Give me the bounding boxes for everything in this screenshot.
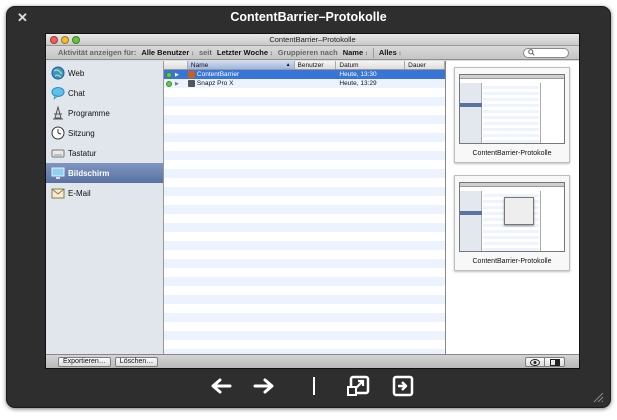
- sidebar-item-email[interactable]: E-Mail: [46, 183, 163, 203]
- filter-popup[interactable]: Alles: [379, 48, 467, 57]
- sidebar-item-bildschirm[interactable]: Bildschirm: [46, 163, 163, 183]
- row-name: Snapz Pro X: [196, 80, 234, 87]
- sidebar-item-web[interactable]: Web: [46, 63, 163, 83]
- previous-arrow-icon[interactable]: [208, 375, 234, 397]
- open-in-app-icon[interactable]: [390, 375, 416, 397]
- sidebar-item-programme[interactable]: Programme: [46, 103, 163, 123]
- group-popup[interactable]: Name: [343, 48, 368, 57]
- disclosure-triangle-icon[interactable]: ▶: [175, 81, 179, 87]
- thumbnail-caption: ContentBarrier-Protokolle: [472, 258, 552, 265]
- sidebar-item-label: Chat: [68, 88, 85, 98]
- group-label: Gruppieren nach: [277, 48, 338, 57]
- sidebar-item-tastatur[interactable]: Tastatur: [46, 143, 163, 163]
- row-name: ContentBarrier: [196, 71, 240, 78]
- main-content: Web Chat Programme Sitzung Tastatur Bild…: [46, 61, 579, 355]
- sidebar-item-label: Web: [68, 68, 85, 78]
- quicklook-panel: ✕ ContentBarrier–Protokolle ContentBarri…: [6, 6, 611, 408]
- table-row[interactable]: ▶ Snapz Pro X Heute, 13:29: [164, 79, 445, 88]
- screenshot-image: [459, 182, 565, 252]
- resize-grip-icon[interactable]: [592, 391, 604, 403]
- sidebar-item-label: E-Mail: [68, 188, 91, 198]
- sidebar-item-label: Tastatur: [68, 148, 97, 158]
- header-spacer: [164, 61, 188, 69]
- screenshot-image: [459, 74, 565, 144]
- row-date: Heute, 13:29: [339, 80, 377, 87]
- header-name-label: Name: [190, 62, 209, 69]
- clock-icon: [50, 126, 65, 141]
- sidebar-item-chat[interactable]: Chat: [46, 83, 163, 103]
- delete-button[interactable]: Löschen…: [114, 356, 159, 367]
- row-status: ▶: [164, 71, 188, 78]
- period-popup[interactable]: Letzter Woche: [217, 48, 273, 57]
- row-status: ▶: [164, 80, 188, 87]
- search-input[interactable]: [523, 48, 569, 58]
- controls-divider: [301, 375, 327, 397]
- app-window: ContentBarrier–Protokolle Aktivität anze…: [45, 33, 580, 369]
- globe-icon: [50, 66, 65, 81]
- app-icon: [187, 71, 195, 78]
- header-duration[interactable]: Dauer: [405, 61, 445, 69]
- view-segmented-control: [525, 357, 565, 367]
- app-icon: [187, 80, 195, 87]
- envelope-icon: [50, 186, 65, 201]
- activity-label: Aktivität anzeigen für:: [58, 48, 137, 57]
- header-user[interactable]: Benutzer: [295, 61, 337, 69]
- screen-icon: [50, 166, 65, 181]
- thumbnail-caption: ContentBarrier-Protokolle: [472, 150, 552, 157]
- sidebar-toggle-icon[interactable]: [545, 357, 565, 367]
- quicklook-title: ContentBarrier–Protokolle: [230, 10, 387, 24]
- applications-icon: [50, 106, 65, 121]
- sidebar-item-label: Sitzung: [68, 128, 95, 138]
- header-name[interactable]: Name ▲: [187, 61, 295, 69]
- bottom-bar: Exportieren… Löschen…: [46, 354, 579, 368]
- window-title: ContentBarrier–Protokolle: [269, 35, 356, 44]
- sidebar-item-label: Bildschirm: [68, 168, 110, 178]
- status-dot-icon: [166, 71, 172, 78]
- sidebar: Web Chat Programme Sitzung Tastatur Bild…: [46, 61, 164, 355]
- list-header: Name ▲ Benutzer Datum Dauer: [164, 61, 445, 70]
- fullscreen-icon[interactable]: [346, 375, 372, 397]
- row-name-cell: ContentBarrier: [187, 71, 295, 78]
- eye-icon[interactable]: [525, 357, 545, 367]
- sidebar-item-sitzung[interactable]: Sitzung: [46, 123, 163, 143]
- row-name-cell: Snapz Pro X: [187, 80, 295, 87]
- speech-bubble-icon: [50, 86, 65, 101]
- since-label: seit: [198, 48, 212, 57]
- users-popup[interactable]: Alle Benutzer: [141, 48, 194, 57]
- keyboard-icon: [50, 146, 65, 161]
- export-button[interactable]: Exportieren…: [58, 356, 111, 367]
- search-icon: [528, 49, 535, 56]
- status-dot-icon: [166, 80, 172, 87]
- header-date[interactable]: Datum: [336, 61, 406, 69]
- screenshot-preview-pane: ContentBarrier-Protokolle ContentBarrier…: [446, 61, 579, 355]
- window-titlebar: ContentBarrier–Protokolle: [46, 34, 579, 46]
- table-row[interactable]: ▶ ContentBarrier Heute, 13:30: [164, 70, 445, 79]
- sort-ascending-icon: ▲: [285, 62, 291, 68]
- filter-toolbar: Aktivität anzeigen für: Alle Benutzer se…: [46, 46, 579, 60]
- next-arrow-icon[interactable]: [251, 375, 277, 397]
- quicklook-controls: [7, 371, 612, 401]
- sidebar-item-label: Programme: [68, 108, 110, 118]
- disclosure-triangle-icon[interactable]: ▶: [175, 72, 179, 78]
- log-list: Name ▲ Benutzer Datum Dauer ▶ ContentBar…: [164, 61, 446, 355]
- toolbar-divider: [372, 47, 374, 58]
- row-date: Heute, 13:30: [339, 71, 377, 78]
- screenshot-thumbnail[interactable]: ContentBarrier-Protokolle: [454, 67, 570, 163]
- list-rows: ▶ ContentBarrier Heute, 13:30 ▶ Snapz Pr…: [164, 70, 445, 355]
- screenshot-thumbnail[interactable]: ContentBarrier-Protokolle: [454, 175, 570, 271]
